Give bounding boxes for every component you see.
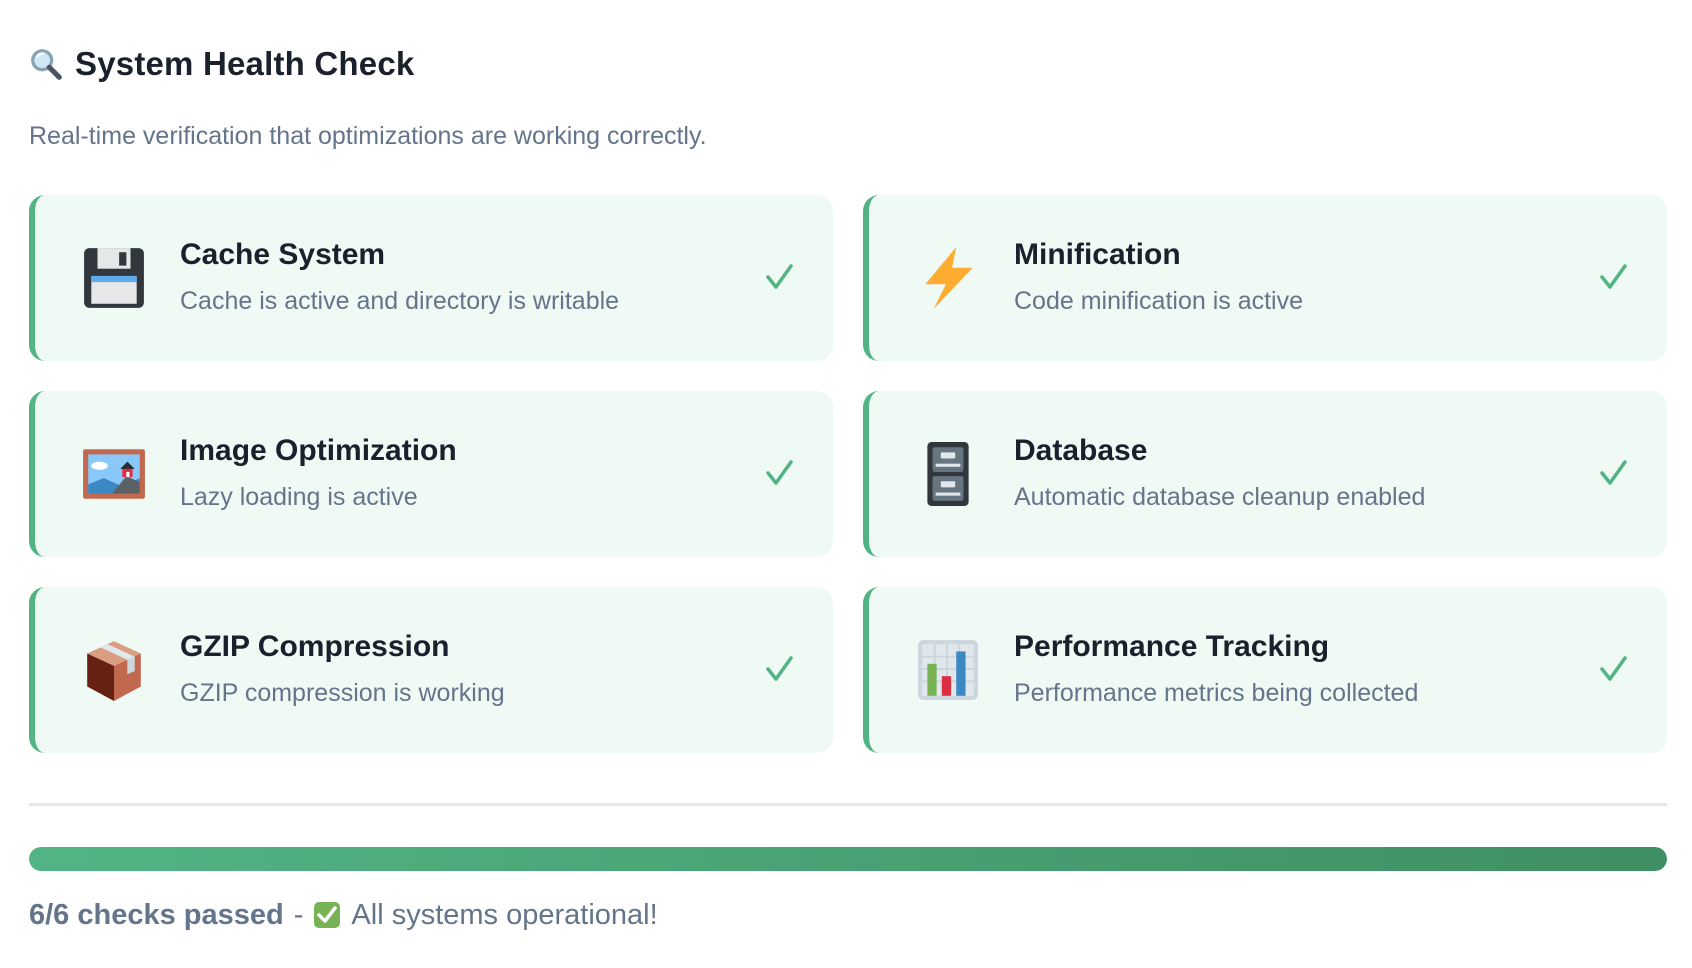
checks-grid: Cache System Cache is active and directo… [29, 195, 1667, 753]
check-card-text: Performance Tracking Performance metrics… [1014, 629, 1418, 709]
check-card-text: Minification Code minification is active [1014, 237, 1303, 317]
page-title: System Health Check [75, 45, 415, 82]
lightning-bolt-icon [925, 247, 973, 309]
check-title: Cache System [180, 238, 386, 271]
panel-header: System Health Check [29, 42, 1667, 86]
check-message: Automatic database cleanup enabled [1014, 483, 1426, 511]
check-title: Minification [1014, 238, 1181, 271]
file-cabinet-icon [927, 442, 969, 506]
system-health-panel: System Health Check Real-time verificati… [29, 0, 1667, 931]
check-card-cache-system: Cache System Cache is active and directo… [29, 195, 833, 361]
check-card-text: Image Optimization Lazy loading is activ… [180, 433, 457, 513]
check-message: GZIP compression is working [180, 679, 505, 707]
bar-chart-icon [918, 640, 978, 700]
framed-picture-icon [83, 449, 145, 499]
checks-passed-count: 6/6 checks passed [29, 898, 284, 931]
check-card-database: Database Automatic database cleanup enab… [863, 391, 1667, 557]
floppy-disk-icon [84, 248, 144, 308]
magnifying-glass-icon [31, 49, 62, 80]
check-icon [1600, 460, 1627, 485]
check-icon [766, 264, 793, 289]
package-box-icon [87, 641, 141, 701]
check-icon [766, 656, 793, 681]
page-description: Real-time verification that optimization… [29, 122, 707, 150]
check-title: Performance Tracking [1014, 630, 1330, 663]
summary-line: 6/6 checks passed - All systems operatio… [29, 895, 658, 935]
check-message: Lazy loading is active [180, 483, 418, 511]
check-card-text: GZIP Compression GZIP compression is wor… [180, 629, 505, 709]
check-card-image-optimization: Image Optimization Lazy loading is activ… [29, 391, 833, 557]
check-card-gzip-compression: GZIP Compression GZIP compression is wor… [29, 587, 833, 753]
check-icon [766, 460, 793, 485]
progress-bar-fill [29, 847, 1667, 871]
check-card-minification: Minification Code minification is active [863, 195, 1667, 361]
check-message: Cache is active and directory is writabl… [180, 287, 620, 315]
check-icon [1600, 656, 1627, 681]
check-card-text: Database Automatic database cleanup enab… [1014, 433, 1425, 513]
check-icon [1600, 264, 1627, 289]
summary-separator: - [293, 898, 304, 931]
check-card-text: Cache System Cache is active and directo… [180, 237, 619, 317]
check-message: Code minification is active [1014, 287, 1304, 315]
check-message: Performance metrics being collected [1014, 679, 1419, 707]
check-title: GZIP Compression [180, 630, 450, 663]
summary-status-text: All systems operational! [351, 898, 658, 931]
section-divider [29, 803, 1667, 806]
check-card-performance-tracking: Performance Tracking Performance metrics… [863, 587, 1667, 753]
progress-bar [29, 847, 1667, 871]
check-title: Image Optimization [180, 434, 457, 467]
check-mark-button-icon [314, 902, 341, 928]
check-title: Database [1014, 434, 1148, 467]
